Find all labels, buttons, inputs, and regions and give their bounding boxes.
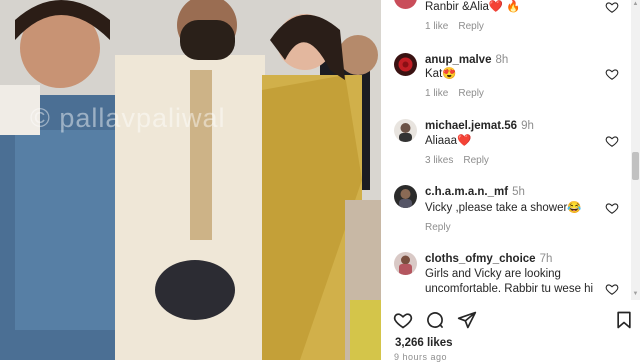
reply-button[interactable]: Reply xyxy=(458,21,484,32)
rose-icon xyxy=(398,57,413,72)
comment-username[interactable]: anup_malve 8h xyxy=(425,54,508,66)
avatar[interactable] xyxy=(394,252,417,275)
avatar[interactable] xyxy=(394,119,417,142)
reply-button[interactable]: Reply xyxy=(425,222,451,233)
person-avatar-icon xyxy=(399,255,412,275)
comment-likes[interactable]: 1 like xyxy=(425,21,448,32)
scroll-down-arrow-icon[interactable]: ▼ xyxy=(632,291,639,298)
comment-time: 9h xyxy=(521,120,534,132)
comment-text: Vicky ,please take a shower😂 xyxy=(425,202,582,214)
comment-likes[interactable]: 3 likes xyxy=(425,155,453,166)
comments-scrollbar[interactable]: ▲ ▼ xyxy=(631,0,640,300)
like-comment-heart-icon[interactable] xyxy=(605,282,619,296)
post-like-count[interactable]: 3,266 likes xyxy=(395,337,453,349)
like-comment-heart-icon[interactable] xyxy=(605,134,619,148)
post-timestamp: 9 hours ago xyxy=(394,352,448,362)
comment-meta: 1 like Reply xyxy=(425,21,484,32)
person-avatar-icon xyxy=(399,189,412,208)
comments-panel: Ranbir &Alia❤️ 🔥 1 like Reply anup_malve 8… xyxy=(381,0,640,362)
bookmark-icon[interactable] xyxy=(614,310,634,330)
comment-username[interactable]: michael.jemat.56 9h xyxy=(425,120,534,132)
photo-illustration xyxy=(0,0,381,360)
like-comment-heart-icon[interactable] xyxy=(605,67,619,81)
comment-username[interactable]: c.h.a.m.a.n._mf 5h xyxy=(425,186,525,198)
person-avatar-icon xyxy=(399,123,412,142)
paper-plane-icon[interactable] xyxy=(457,310,477,330)
scrollbar-thumb[interactable] xyxy=(632,152,639,180)
comment-time: 5h xyxy=(512,186,525,198)
heart-outline-icon[interactable] xyxy=(393,310,413,330)
post-actions xyxy=(381,300,640,360)
comment-meta: Reply xyxy=(425,222,451,233)
photo-watermark: © pallavpaliwal xyxy=(30,103,226,133)
comment-text: Ranbir &Alia❤️ 🔥 xyxy=(425,1,521,13)
comment-bubble-icon[interactable] xyxy=(425,310,445,330)
comment-meta: 1 like Reply xyxy=(425,88,484,99)
comment-text: Kat😍 xyxy=(425,68,457,80)
comment-meta: 3 likes Reply xyxy=(425,155,489,166)
comments-list[interactable]: Ranbir &Alia❤️ 🔥 1 like Reply anup_malve 8… xyxy=(381,0,631,300)
comment-text: Girls and Vicky are looking uncomfortabl… xyxy=(425,268,594,295)
avatar[interactable] xyxy=(394,53,417,76)
reply-button[interactable]: Reply xyxy=(458,88,484,99)
avatar[interactable] xyxy=(394,0,417,9)
avatar[interactable] xyxy=(394,185,417,208)
comment-likes[interactable]: 1 like xyxy=(425,88,448,99)
comment-time: 8h xyxy=(495,54,509,66)
comment-time: 7h xyxy=(539,253,553,265)
comment-text: Aliaaa❤️ xyxy=(425,135,472,147)
like-comment-heart-icon[interactable] xyxy=(605,0,619,14)
scroll-up-arrow-icon[interactable]: ▲ xyxy=(632,1,639,8)
like-comment-heart-icon[interactable] xyxy=(605,201,619,215)
reply-button[interactable]: Reply xyxy=(463,155,489,166)
post-photo: © pallavpaliwal xyxy=(0,0,381,360)
comment-username[interactable]: cloths_ofmy_choice 7h xyxy=(425,253,552,265)
